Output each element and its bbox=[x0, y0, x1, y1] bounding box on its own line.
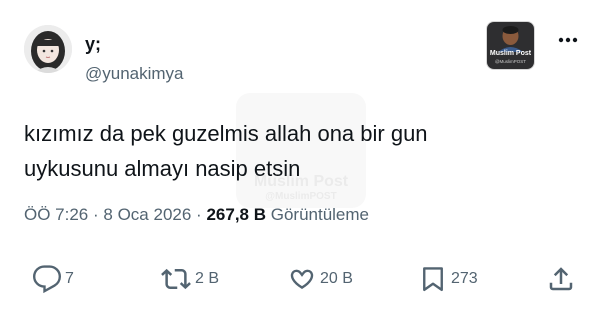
avatar[interactable] bbox=[24, 25, 72, 73]
muslim-post-logo: Muslim Post @MuslimPOST bbox=[487, 22, 534, 69]
meta-separator: · bbox=[93, 205, 99, 224]
tweet-text-line: kızımız da pek guzelmis allah ona bir gu… bbox=[24, 121, 428, 146]
display-name[interactable]: y; bbox=[85, 33, 101, 55]
tweet-meta: ÖÖ 7:26 · 8 Oca 2026 · 267,8 B Görüntüle… bbox=[24, 203, 369, 227]
like-count: 20 B bbox=[320, 270, 353, 287]
heart-icon bbox=[290, 269, 314, 289]
watermark-handle: @MuslimPOST bbox=[265, 191, 337, 202]
reply-icon bbox=[32, 265, 62, 294]
meta-separator: · bbox=[196, 205, 202, 224]
more-horizontal-icon bbox=[558, 37, 578, 43]
tweet-time[interactable]: ÖÖ 7:26 bbox=[24, 205, 88, 224]
share-button[interactable] bbox=[546, 259, 576, 299]
reply-count: 7 bbox=[65, 270, 74, 287]
logo-name: Muslim Post bbox=[489, 50, 532, 57]
avatar-illustration bbox=[24, 25, 72, 73]
views-count[interactable]: 267,8 B bbox=[206, 205, 266, 224]
logo-handle: @MuslimPOST bbox=[494, 59, 527, 64]
retweet-icon bbox=[161, 268, 191, 290]
logo-portrait-icon bbox=[498, 26, 523, 52]
like-button[interactable]: 20 B bbox=[287, 259, 353, 299]
retweet-button[interactable]: 2 B bbox=[160, 259, 219, 299]
bookmark-icon bbox=[423, 267, 443, 292]
tweet-date[interactable]: 8 Oca 2026 bbox=[103, 205, 191, 224]
action-bar: 7 2 B 20 B 273 bbox=[0, 259, 604, 299]
more-options-button[interactable] bbox=[552, 30, 584, 50]
retweet-count: 2 B bbox=[195, 270, 220, 287]
bookmark-count: 273 bbox=[451, 270, 478, 287]
share-icon bbox=[549, 267, 573, 291]
tweet-text: kızımız da pek guzelmis allah ona bir gu… bbox=[24, 116, 564, 186]
reply-button[interactable]: 7 bbox=[32, 259, 74, 299]
user-handle[interactable]: @yunakimya bbox=[85, 63, 184, 85]
views-label: Görüntüleme bbox=[270, 205, 370, 224]
bookmark-button[interactable]: 273 bbox=[418, 259, 478, 299]
tweet-text-line: uykusunu almayı nasip etsin bbox=[24, 156, 301, 181]
